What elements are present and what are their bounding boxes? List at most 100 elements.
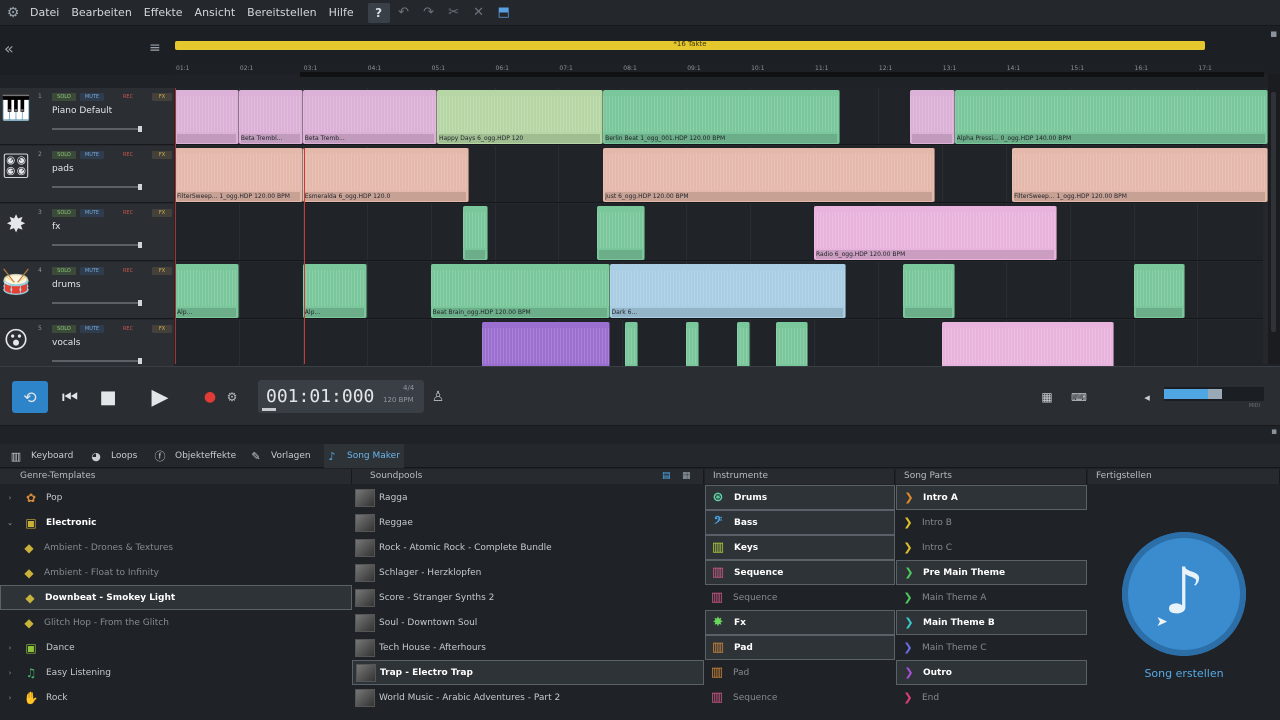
tab-vorlagen[interactable]: ✎ Vorlagen — [248, 444, 316, 468]
fx-button[interactable]: FX — [152, 209, 172, 217]
track-header[interactable]: 🥁 4 SOLO MUTE REC FX drums — [0, 262, 174, 319]
audio-clip[interactable]: FilterSweep... 1_ogg.HDP 120.00 BPM — [1012, 148, 1268, 202]
metronome-icon[interactable]: ♙ — [428, 381, 448, 413]
track-volume-slider[interactable] — [52, 300, 142, 306]
instrument-item[interactable]: ▥ Keys — [705, 535, 895, 560]
mute-button[interactable]: MUTE — [80, 209, 104, 217]
track-list-menu-icon[interactable]: ≡ — [149, 40, 161, 56]
audio-clip[interactable] — [1133, 264, 1185, 318]
track-name[interactable]: Piano Default — [52, 106, 112, 116]
record-arm-button[interactable]: REC — [118, 267, 138, 275]
solo-button[interactable]: SOLO — [52, 151, 76, 159]
play-button[interactable]: ▶ — [142, 381, 178, 413]
volume-icon[interactable]: ◂ — [1138, 381, 1156, 413]
mute-button[interactable]: MUTE — [80, 267, 104, 275]
menu-item-datei[interactable]: Datei — [24, 6, 65, 19]
genre-item[interactable]: › ♫ Easy Listening — [0, 660, 352, 685]
audio-clip[interactable]: Berlin Beat 1_ogg_001.HDP 120.00 BPM — [603, 90, 840, 144]
audio-clip[interactable]: FilterSweep... 1_ogg.HDP 120.00 BPM — [175, 148, 303, 202]
solo-button[interactable]: SOLO — [52, 267, 76, 275]
menu-item-ansicht[interactable]: Ansicht — [189, 6, 242, 19]
collapse-panel-icon[interactable]: « — [4, 39, 14, 58]
genre-item[interactable]: › ✿ Pop — [0, 485, 352, 510]
song-part-item[interactable]: ❯ Intro B — [896, 510, 1087, 535]
rewind-button[interactable]: ⏮ — [52, 381, 88, 413]
audio-clip[interactable]: Dark 6... — [609, 264, 846, 318]
keyboard-icon[interactable]: 🎛 — [0, 150, 32, 182]
list-view-icon[interactable]: ▤ — [662, 469, 671, 484]
keyboard-view-icon[interactable]: ⌨ — [1068, 381, 1090, 413]
song-part-item[interactable]: ❯ End — [896, 685, 1087, 710]
song-part-item[interactable]: ❯ Main Theme A — [896, 585, 1087, 610]
delete-icon[interactable]: ✕ — [468, 3, 490, 23]
instrument-item[interactable]: 𝄢 Bass — [705, 510, 895, 535]
song-part-item[interactable]: ❯ Outro — [896, 660, 1087, 685]
track-lane[interactable]: FilterSweep... 1_ogg.HDP 120.00 BPM Esmer… — [175, 146, 1268, 203]
drums-icon[interactable]: 🥁 — [0, 266, 32, 298]
menu-item-bereitstellen[interactable]: Bereitstellen — [241, 6, 322, 19]
audio-clip[interactable]: Alp... — [302, 264, 367, 318]
create-song-label[interactable]: Song erstellen — [1136, 667, 1232, 680]
soundpool-item[interactable]: Score - Stranger Synths 2 — [352, 585, 704, 610]
help-icon[interactable]: ? — [367, 2, 390, 23]
grid-view-toggle-icon[interactable]: ▦ — [682, 469, 691, 484]
genre-item[interactable]: ◆ Ambient - Float to Infinity — [0, 560, 352, 585]
audio-clip[interactable]: Esmeralda 6_ogg.HDP 120.0 — [302, 148, 469, 202]
track-volume-slider[interactable] — [52, 242, 142, 248]
song-part-item[interactable]: ❯ Pre Main Theme — [896, 560, 1087, 585]
genre-item[interactable]: › ▣ Dance — [0, 635, 352, 660]
audio-clip[interactable]: Alp... — [175, 264, 239, 318]
soundpool-item[interactable]: Rock - Atomic Rock - Complete Bundle — [352, 535, 704, 560]
stop-button[interactable]: ■ — [90, 381, 126, 413]
song-part-item[interactable]: ❯ Main Theme B — [896, 610, 1087, 635]
genre-item[interactable]: ◆ Ambient - Drones & Textures — [0, 535, 352, 560]
track-name[interactable]: drums — [52, 280, 81, 290]
audio-clip[interactable]: Happy Days 6_ogg.HDP 120 — [436, 90, 604, 144]
panel-close-icon[interactable]: ▪ — [1271, 427, 1277, 437]
audio-clip[interactable]: Alpha Pressi... 0_ogg.HDP 140.00 BPM — [954, 90, 1268, 144]
loop-range-bar[interactable]: *16 Takte — [175, 40, 1205, 50]
chevron-right-icon[interactable]: › — [4, 494, 16, 502]
record-settings-icon[interactable]: ⚙ — [222, 381, 242, 413]
audio-clip[interactable] — [462, 206, 489, 260]
song-part-item[interactable]: ❯ Intro C — [896, 535, 1087, 560]
vocals-icon[interactable]: 😮 — [0, 324, 32, 356]
network-icon[interactable]: ⬒ — [493, 3, 515, 23]
instrument-item[interactable]: ▥ Pad — [705, 660, 895, 685]
playhead[interactable] — [304, 148, 305, 364]
chevron-right-icon[interactable]: › — [4, 669, 16, 677]
track-volume-slider[interactable] — [52, 126, 142, 132]
audio-clip[interactable]: Just 6_ogg.HDP 120.00 BPM — [603, 148, 936, 202]
song-part-item[interactable]: ❯ Intro A — [896, 485, 1087, 510]
fx-button[interactable]: FX — [152, 267, 172, 275]
fx-button[interactable]: FX — [152, 93, 172, 101]
solo-button[interactable]: SOLO — [52, 93, 76, 101]
loop-button[interactable]: ⟲ — [12, 381, 48, 413]
track-name[interactable]: pads — [52, 164, 74, 174]
fx-button[interactable]: FX — [152, 151, 172, 159]
slider-knob[interactable] — [138, 242, 142, 248]
soundpool-item[interactable]: Ragga — [352, 485, 704, 510]
genre-item[interactable]: ◆ Glitch Hop - From the Glitch — [0, 610, 352, 635]
app-logo-icon[interactable]: ⚙ — [2, 2, 24, 24]
tab-keyboard[interactable]: ▥ Keyboard — [8, 444, 78, 468]
genre-item[interactable]: ◆ Downbeat - Smokey Light — [0, 585, 352, 610]
timeline-ruler[interactable]: 01:1 02:1 03:1 04:1 05:1 06:1 07:1 08:1 09:1 10:1… — [174, 63, 1264, 77]
time-display[interactable]: 001:01:000 4/4 120 BPM — [258, 380, 424, 413]
instrument-item[interactable]: ✸ Fx — [705, 610, 895, 635]
instrument-item[interactable]: ▥ Pad — [705, 635, 895, 660]
tab-loops[interactable]: ◕ Loops — [88, 444, 144, 468]
audio-clip[interactable] — [175, 90, 239, 144]
fx-button[interactable]: FX — [152, 325, 172, 333]
tab-objekteffekte[interactable]: ⓕ Objekteffekte — [152, 444, 240, 468]
track-volume-slider[interactable] — [52, 184, 142, 190]
chevron-right-icon[interactable]: › — [4, 644, 16, 652]
soundpool-item[interactable]: Tech House - Afterhours — [352, 635, 704, 660]
record-arm-button[interactable]: REC — [118, 93, 138, 101]
mute-button[interactable]: MUTE — [80, 325, 104, 333]
menu-item-effekte[interactable]: Effekte — [138, 6, 189, 19]
track-volume-slider[interactable] — [52, 358, 142, 364]
soundpool-item[interactable]: Schlager - Herzklopfen — [352, 560, 704, 585]
track-name[interactable]: vocals — [52, 338, 81, 348]
chevron-down-icon[interactable]: ⌄ — [4, 519, 16, 527]
